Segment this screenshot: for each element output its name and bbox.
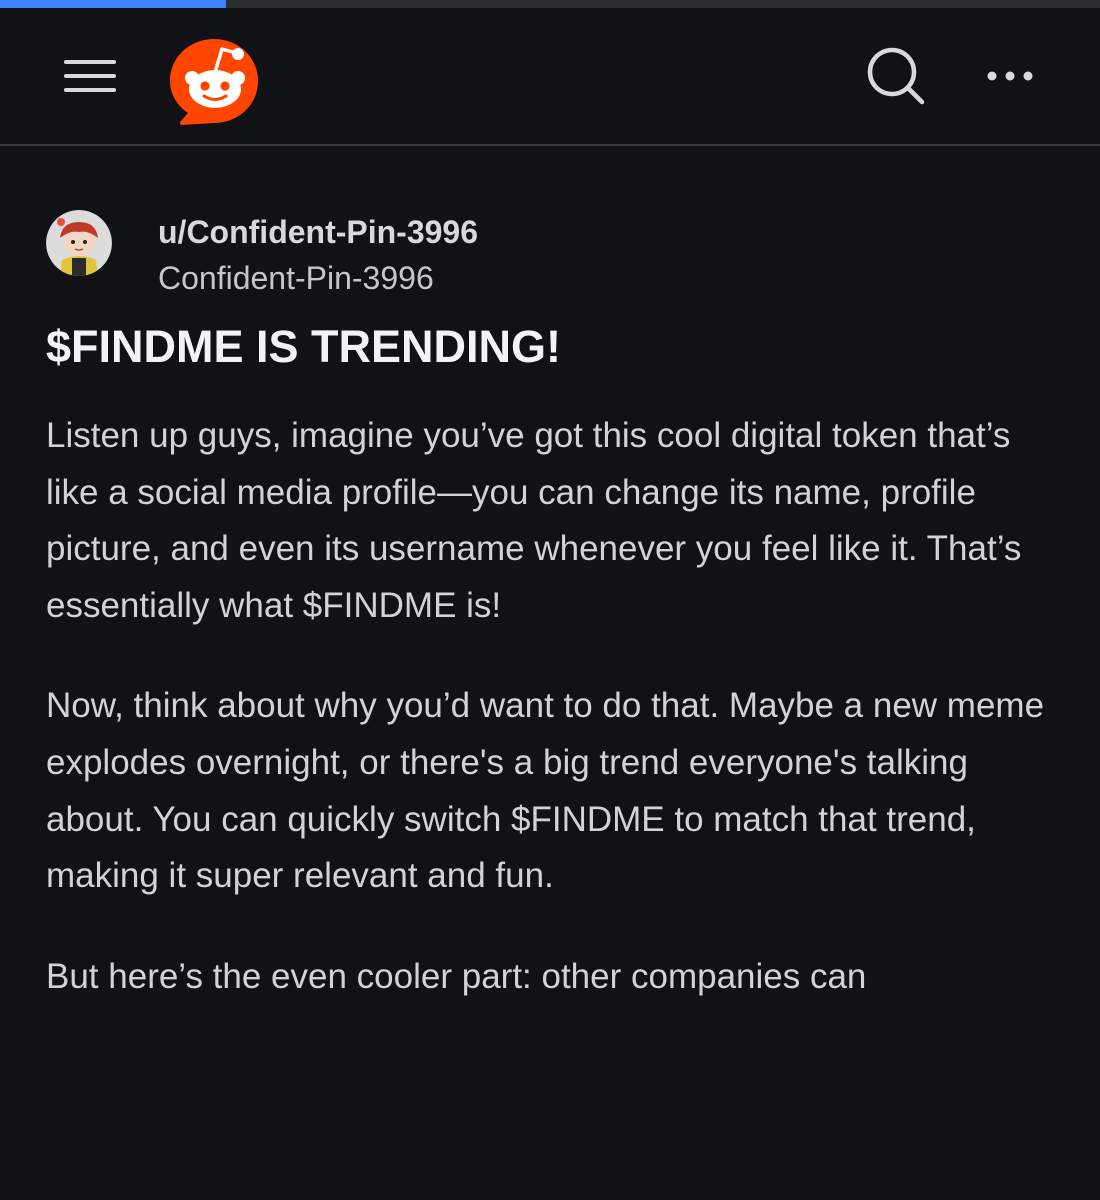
- user-avatar[interactable]: [46, 210, 112, 276]
- hamburger-menu-icon[interactable]: [62, 50, 118, 102]
- page-load-progress-fill: [0, 0, 226, 8]
- more-options-icon[interactable]: [984, 56, 1036, 96]
- post-container: u/Confident-Pin-3996 Confident-Pin-3996 …: [46, 206, 1056, 1049]
- post-author: u/Confident-Pin-3996 Confident-Pin-3996: [46, 206, 1056, 302]
- post-paragraph: Listen up guys, imagine you’ve got this …: [46, 416, 1022, 625]
- top-app-bar: [0, 8, 1100, 146]
- post-author-username[interactable]: u/Confident-Pin-3996: [158, 214, 478, 251]
- reddit-logo[interactable]: [166, 35, 262, 131]
- page-load-progress-bar: [0, 0, 1100, 8]
- post-paragraph: Now, think about why you’d want to do th…: [46, 686, 1045, 896]
- post-author-display-name: Confident-Pin-3996: [158, 260, 434, 296]
- post-paragraph: But here’s the even cooler part: other c…: [46, 956, 867, 996]
- post-body: Listen up guys, imagine you’ve got this …: [46, 408, 1056, 1005]
- post-title: $FINDME IS TRENDING!: [46, 321, 562, 372]
- search-icon[interactable]: [864, 44, 928, 108]
